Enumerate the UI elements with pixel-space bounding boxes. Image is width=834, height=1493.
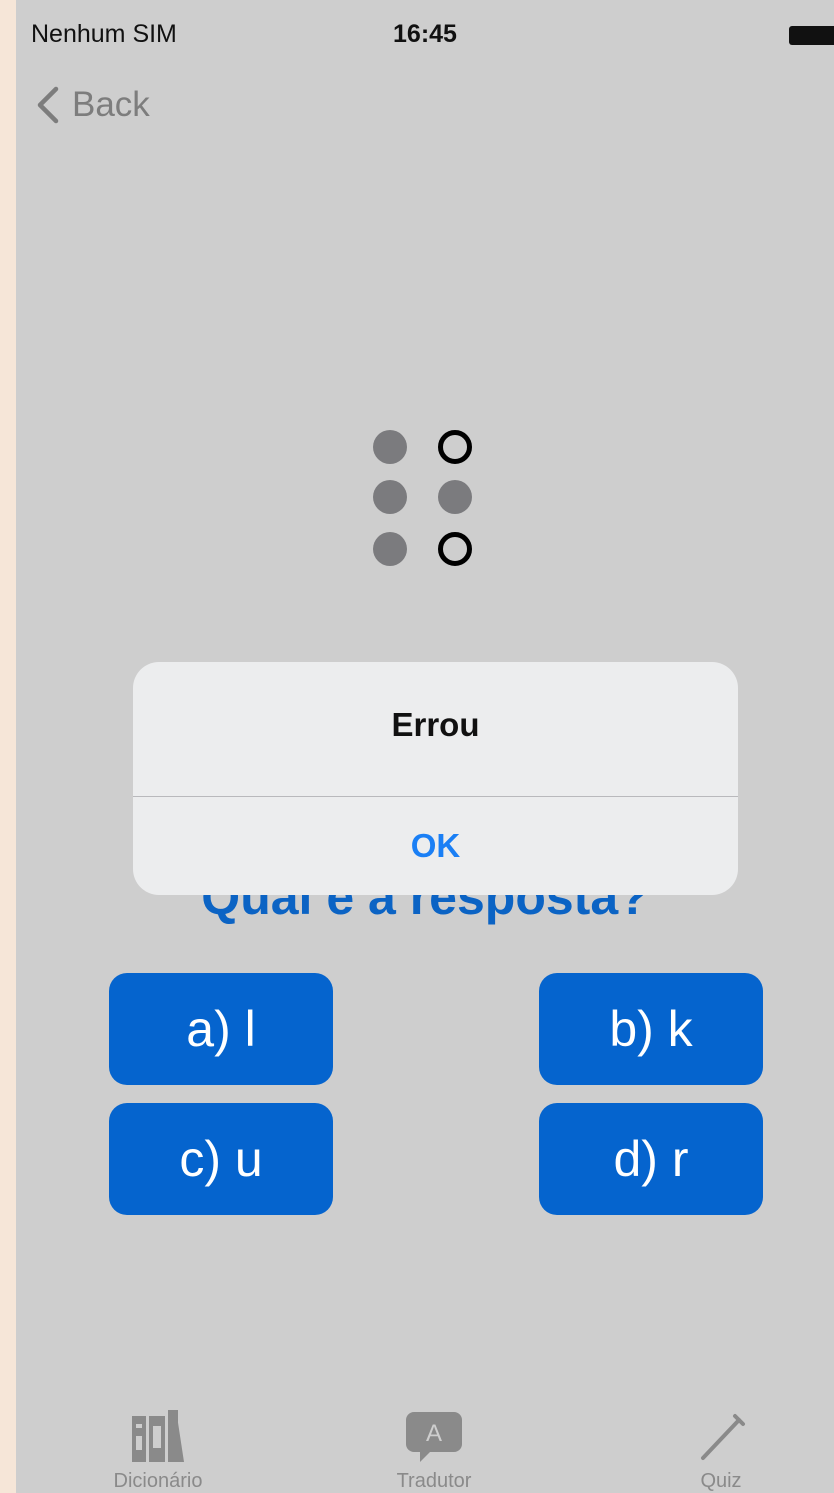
translate-icon: A	[406, 1412, 462, 1462]
alert-ok-button[interactable]: OK	[133, 797, 738, 895]
answer-button-d[interactable]: d) r	[539, 1103, 763, 1215]
tab-label: Quiz	[700, 1470, 742, 1492]
tab-dicionario[interactable]: Dicionário	[58, 1390, 258, 1493]
books-icon	[132, 1410, 184, 1462]
alert-dialog: Errou OK	[133, 662, 738, 895]
answer-button-b[interactable]: b) k	[539, 973, 763, 1085]
braille-dot-2	[373, 480, 407, 514]
answer-button-a[interactable]: a) l	[109, 973, 333, 1085]
answer-button-c[interactable]: c) u	[109, 1103, 333, 1215]
tab-bar: Dicionário A Tradutor Quiz	[16, 1390, 834, 1493]
alert-title: Errou	[391, 706, 480, 743]
back-label: Back	[72, 85, 150, 124]
tab-tradutor[interactable]: A Tradutor	[334, 1390, 534, 1493]
braille-dot-6	[438, 532, 472, 566]
chevron-left-icon	[37, 86, 59, 124]
braille-dot-5	[438, 480, 472, 514]
status-time: 16:45	[393, 20, 457, 48]
braille-dot-3	[373, 532, 407, 566]
braille-dot-4	[438, 430, 472, 464]
svg-text:A: A	[426, 1420, 442, 1447]
battery-icon	[789, 26, 834, 45]
tab-label: Dicionário	[113, 1470, 203, 1492]
status-bar: Nenhum SIM 16:45	[16, 0, 834, 66]
tab-label: Tradutor	[396, 1470, 472, 1492]
pencil-icon	[701, 1414, 745, 1460]
back-button[interactable]: Back	[34, 80, 150, 130]
app-screen: Nenhum SIM 16:45 Back Qual é a resposta?…	[16, 0, 834, 1493]
tab-quiz[interactable]: Quiz	[621, 1390, 821, 1493]
braille-dot-1	[373, 430, 407, 464]
braille-cell	[371, 428, 481, 578]
